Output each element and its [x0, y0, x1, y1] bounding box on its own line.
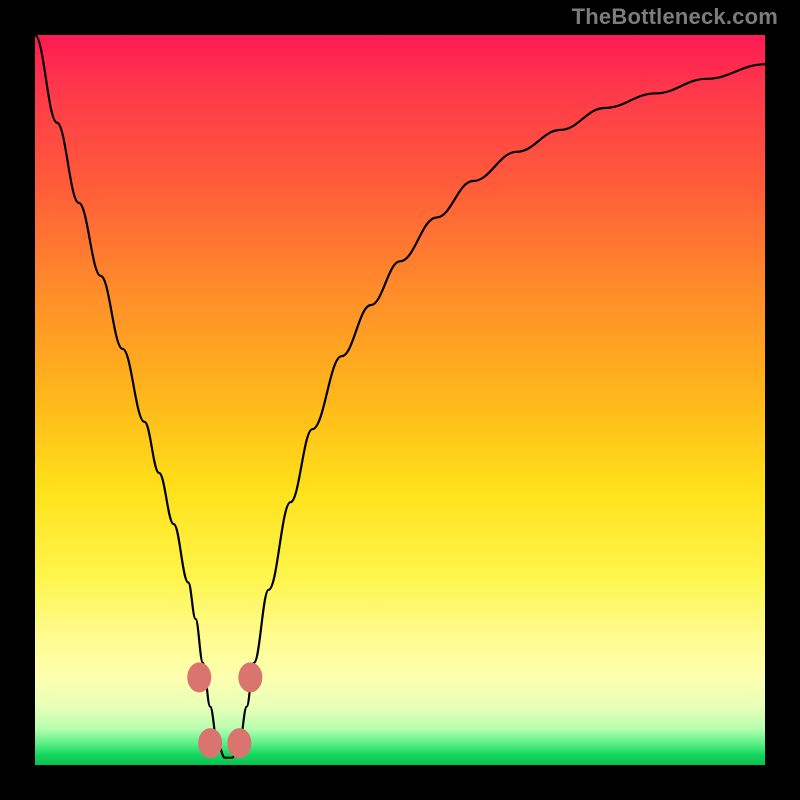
curve-marker-0: [187, 662, 211, 692]
chart-svg: [35, 35, 765, 765]
chart-area: [35, 35, 765, 765]
watermark: TheBottleneck.com: [572, 4, 778, 30]
curve-marker-2: [198, 728, 222, 758]
curve-marker-3: [227, 728, 251, 758]
curve-marker-1: [238, 662, 262, 692]
bottleneck-curve: [35, 35, 765, 758]
